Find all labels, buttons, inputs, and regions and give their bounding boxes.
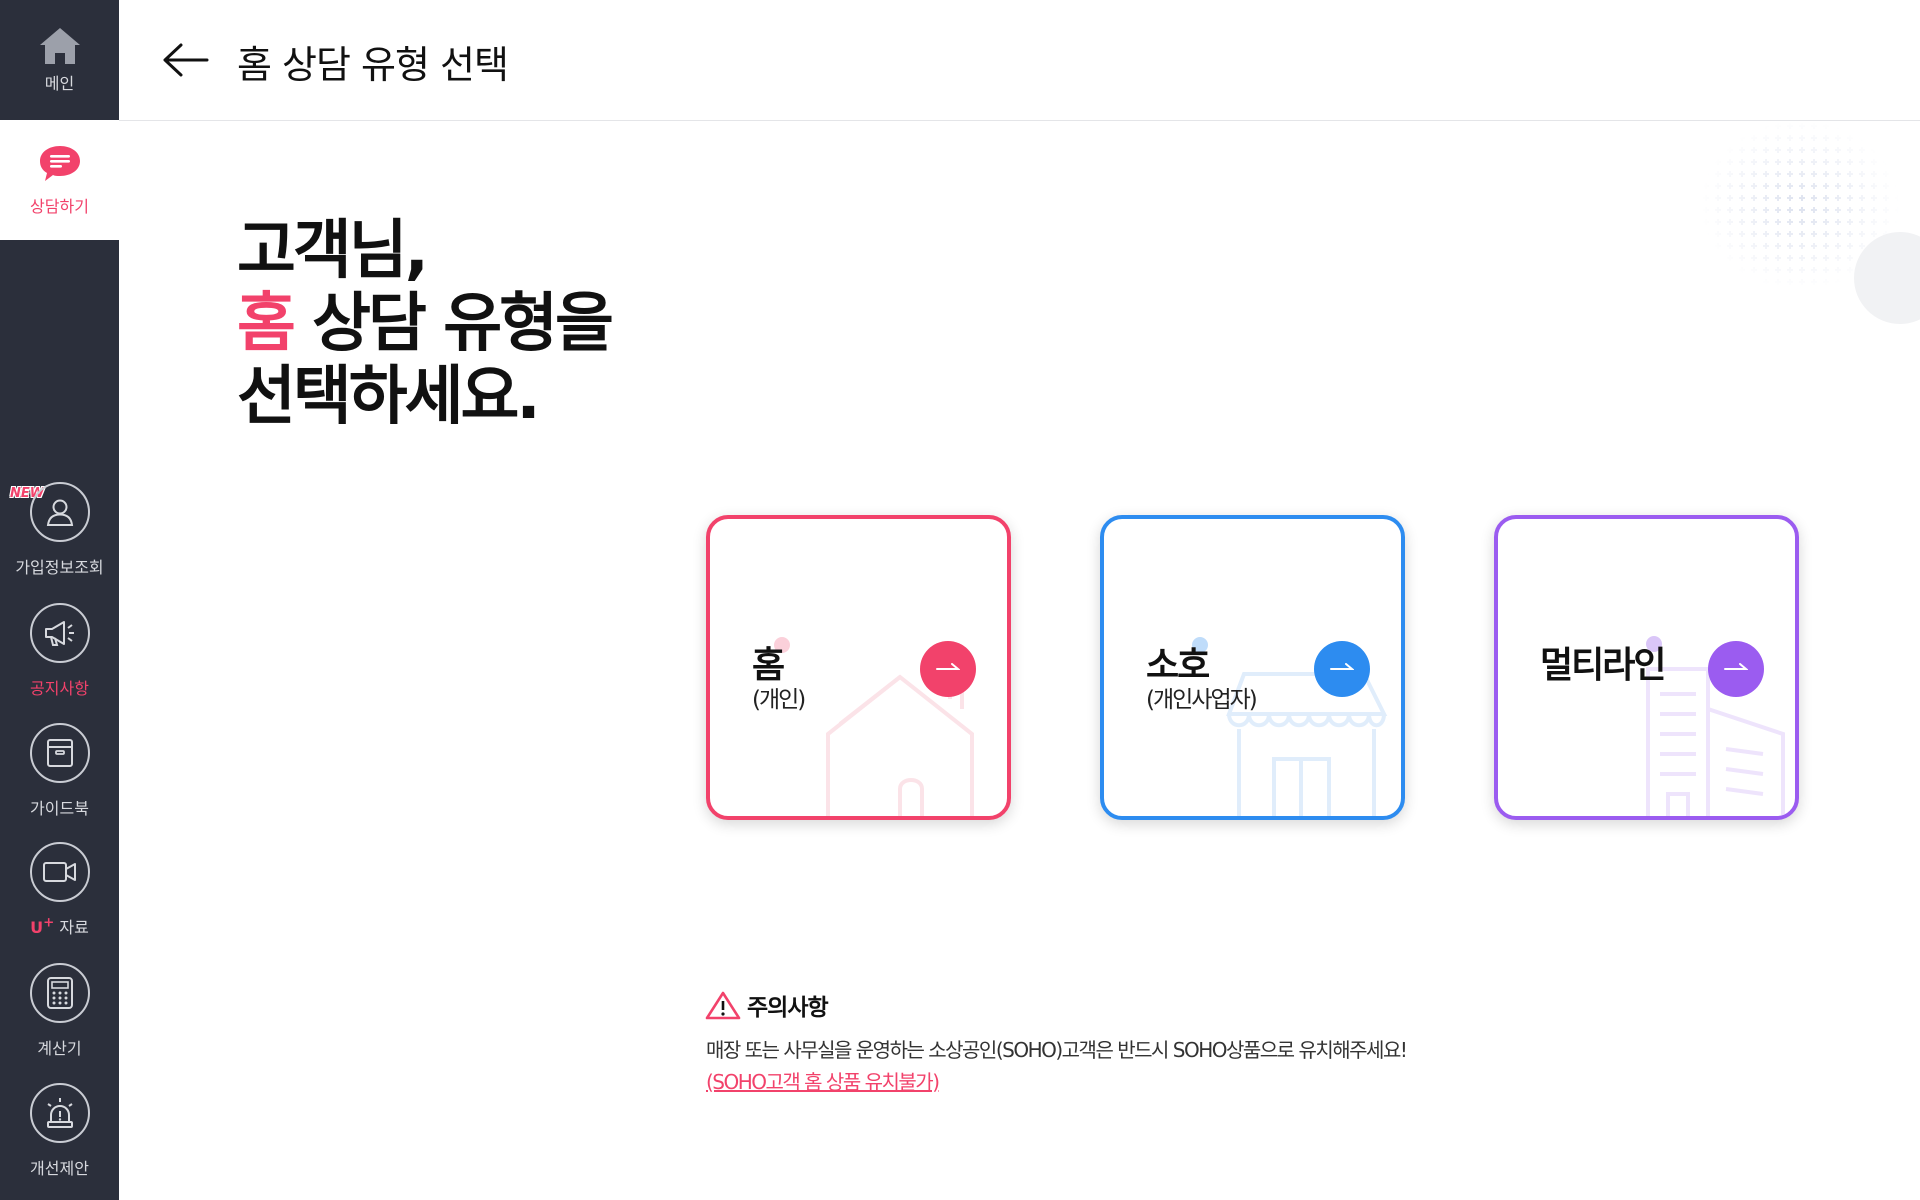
card-subtitle: (개인사업자) (1146, 687, 1258, 713)
chat-bubble-icon (39, 146, 80, 181)
sidebar-item-label: 공지사항 (30, 679, 89, 698)
sidebar-item-subscription-info[interactable]: 가입정보조회 (0, 482, 119, 592)
arrow-right-icon (936, 663, 960, 670)
sidebar-item-label: 계산기 (37, 1039, 82, 1058)
sidebar-item-notice[interactable]: 공지사항 (0, 603, 119, 713)
page-title: 홈 상담 유형 선택 (237, 43, 509, 87)
headline-line-2: 홈 상담 유형을 (237, 287, 614, 361)
sidebar-item-label: 상담하기 (30, 197, 89, 216)
sidebar-item-guidebook[interactable]: 가이드북 (0, 723, 119, 833)
home-icon (39, 28, 80, 64)
headline: 고객님, 홈 상담 유형을 선택하세요. (237, 214, 614, 434)
caution-title: 주의사항 (747, 995, 829, 1021)
card-arrow-button[interactable] (920, 641, 976, 697)
caution-link[interactable]: (SOHO고객 홈 상품 유치불가) (706, 1066, 940, 1095)
card-arrow-button[interactable] (1708, 641, 1764, 697)
headline-line-3: 선택하세요. (237, 360, 541, 434)
sidebar-item-consult[interactable]: 상담하기 (0, 120, 119, 240)
sidebar-item-label: 가이드북 (30, 799, 89, 818)
consult-type-card-soho[interactable]: 소호 (개인사업자) (1100, 515, 1405, 820)
sidebar-item-main[interactable]: 메인 (0, 0, 119, 120)
back-button[interactable] (161, 40, 211, 80)
sidebar-item-label: U+ 자료 (30, 915, 89, 937)
arrow-right-icon (1330, 663, 1354, 670)
top-bar: 홈 상담 유형 선택 (119, 0, 1920, 121)
arrow-right-icon (1724, 663, 1748, 670)
sidebar-item-label: 개선제안 (30, 1159, 89, 1178)
video-camera-icon (42, 862, 76, 882)
sidebar: 메인 상담하기 NEW 가입정보조회 공지사항 가이드북 U+ 자료 계산기 개… (0, 0, 119, 1200)
calculator-icon (46, 977, 73, 1009)
card-subtitle: (개인) (752, 687, 806, 713)
consult-type-card-home[interactable]: 홈 (개인) (706, 515, 1011, 820)
caution-heading: 주의사항 (705, 988, 829, 1022)
user-icon (46, 499, 73, 526)
siren-icon (46, 1098, 73, 1128)
guidebook-icon (46, 739, 73, 767)
megaphone-icon (44, 621, 74, 646)
sidebar-item-suggestion[interactable]: 개선제안 (0, 1083, 119, 1193)
caution-text: 매장 또는 사무실을 운영하는 소상공인(SOHO)고객은 반드시 SOHO상품… (706, 1038, 1408, 1062)
warning-icon (705, 991, 741, 1020)
sidebar-item-label: 가입정보조회 (15, 558, 104, 577)
sidebar-item-label: 메인 (44, 74, 75, 93)
sidebar-item-uplus-material[interactable]: U+ 자료 (0, 842, 119, 952)
headline-line-1: 고객님, (237, 214, 429, 288)
consult-type-card-multiline[interactable]: 멀티라인 (1494, 515, 1799, 820)
arrow-left-icon (163, 43, 209, 77)
card-arrow-button[interactable] (1314, 641, 1370, 697)
sidebar-item-calculator[interactable]: 계산기 (0, 963, 119, 1073)
card-title: 멀티라인 (1540, 645, 1666, 686)
